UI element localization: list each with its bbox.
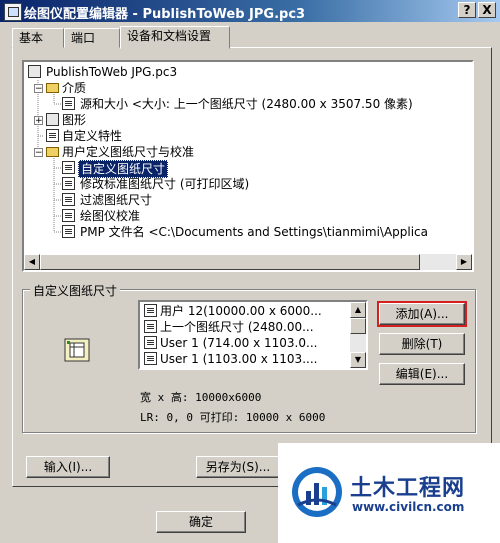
watermark-logo xyxy=(292,467,342,517)
custom-size-icon xyxy=(62,161,75,174)
settings-tree[interactable]: PublishToWeb JPG.pc3 − 介质 源和大小 <大小: 上一个图… xyxy=(22,60,474,272)
delete-button[interactable]: 删除(T) xyxy=(379,333,465,355)
tab-port[interactable]: 端口 xyxy=(64,28,120,48)
import-button[interactable]: 输入(I)... xyxy=(26,456,110,478)
tree-horizontal-scrollbar[interactable]: ◀ ▶ xyxy=(24,254,472,270)
add-button[interactable]: 添加(A)... xyxy=(377,301,467,327)
scroll-left-icon[interactable]: ◀ xyxy=(24,254,40,270)
modify-size-icon xyxy=(62,177,75,190)
scroll-down-icon[interactable]: ▼ xyxy=(350,352,366,368)
watermark-name: 土木工程网 xyxy=(350,476,466,501)
close-button[interactable]: X xyxy=(478,2,496,18)
calibration-icon xyxy=(62,209,75,222)
tab-basic[interactable]: 基本 xyxy=(12,28,64,48)
scroll-thumb[interactable] xyxy=(40,254,420,270)
paper-icon xyxy=(144,352,157,365)
tab-device-settings[interactable]: 设备和文档设置 xyxy=(120,26,230,49)
expand-icon[interactable]: + xyxy=(34,116,43,126)
paper-size-list[interactable]: 用户 12(10000.00 x 6000... 上一个图纸尺寸 (2480.0… xyxy=(138,300,368,370)
title-bar: 绘图仪配置编辑器 - PublishToWeb JPG.pc3 ? X xyxy=(0,0,500,22)
filter-icon xyxy=(62,193,75,206)
ok-button[interactable]: 确定 xyxy=(156,511,246,533)
properties-icon xyxy=(46,129,59,142)
app-icon xyxy=(4,3,22,21)
watermark-url: www.civilcn.com xyxy=(352,500,465,514)
printable-info: LR: 0, 0 可打印: 10000 x 6000 xyxy=(140,411,326,424)
plotter-config-icon xyxy=(28,65,41,78)
edit-button[interactable]: 编辑(E)... xyxy=(379,363,465,385)
paper-icon xyxy=(144,304,157,317)
user-sizes-icon xyxy=(46,147,59,157)
paper-icon xyxy=(144,320,157,333)
scroll-right-icon[interactable]: ▶ xyxy=(456,254,472,270)
media-icon xyxy=(46,83,59,93)
collapse-icon[interactable]: − xyxy=(34,148,43,158)
size-info: 宽 x 高: 10000x6000 xyxy=(140,391,262,404)
paper-size-icon xyxy=(62,97,75,110)
graphics-icon xyxy=(46,113,59,126)
window-title: 绘图仪配置编辑器 - PublishToWeb JPG.pc3 xyxy=(24,7,306,22)
help-button[interactable]: ? xyxy=(458,2,476,18)
collapse-icon[interactable]: − xyxy=(34,84,43,94)
list-vertical-scrollbar[interactable]: ▲ ▼ xyxy=(350,302,366,368)
pmp-file-icon xyxy=(62,225,75,238)
save-as-button[interactable]: 另存为(S)... xyxy=(196,456,280,478)
paper-size-icon xyxy=(64,338,90,362)
scroll-thumb[interactable] xyxy=(350,318,366,334)
group-title: 自定义图纸尺寸 xyxy=(30,282,121,299)
paper-icon xyxy=(144,336,157,349)
scroll-up-icon[interactable]: ▲ xyxy=(350,302,366,318)
